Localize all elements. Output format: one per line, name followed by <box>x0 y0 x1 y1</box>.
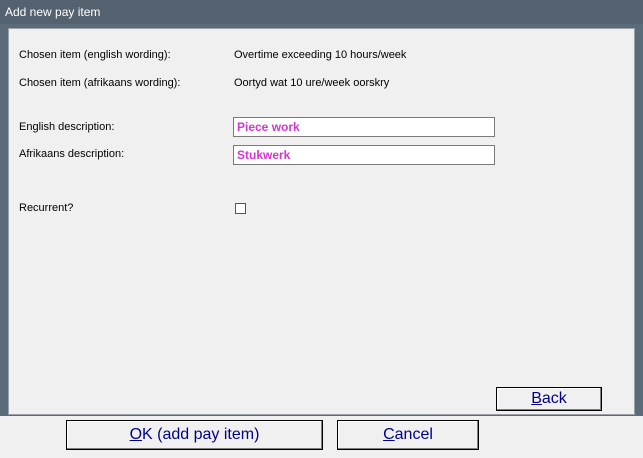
window-title: Add new pay item <box>0 0 643 24</box>
recurrent-checkbox[interactable] <box>235 203 246 214</box>
button-bar: OK (add pay item) Cancel <box>0 416 643 458</box>
chosen-english-label: Chosen item (english wording): <box>19 49 171 61</box>
ok-add-pay-item-button[interactable]: OK (add pay item) <box>66 420 323 450</box>
form-panel: Chosen item (english wording): Overtime … <box>8 28 635 415</box>
back-button-mnemonic: B <box>531 390 542 407</box>
cancel-button-mnemonic: C <box>383 426 395 443</box>
english-description-label: English description: <box>19 121 115 133</box>
cancel-button[interactable]: Cancel <box>337 420 479 450</box>
back-button[interactable]: Back <box>496 387 602 411</box>
ok-button-label: K (add pay item) <box>142 426 260 443</box>
back-button-label: ack <box>541 390 567 407</box>
afrikaans-description-label: Afrikaans description: <box>19 148 125 160</box>
cancel-button-label: ancel <box>394 426 433 443</box>
chosen-english-value: Overtime exceeding 10 hours/week <box>234 49 407 61</box>
add-pay-item-dialog: Add new pay item Chosen item (english wo… <box>0 0 643 458</box>
english-description-input[interactable]: Piece work <box>233 117 495 137</box>
afrikaans-description-input[interactable]: Stukwerk <box>233 145 495 165</box>
chosen-afrikaans-label: Chosen item (afrikaans wording): <box>19 77 181 89</box>
chosen-afrikaans-value: Oortyd wat 10 ure/week oorskry <box>234 77 390 89</box>
ok-button-mnemonic: O <box>129 426 143 443</box>
recurrent-label: Recurrent? <box>19 202 74 214</box>
